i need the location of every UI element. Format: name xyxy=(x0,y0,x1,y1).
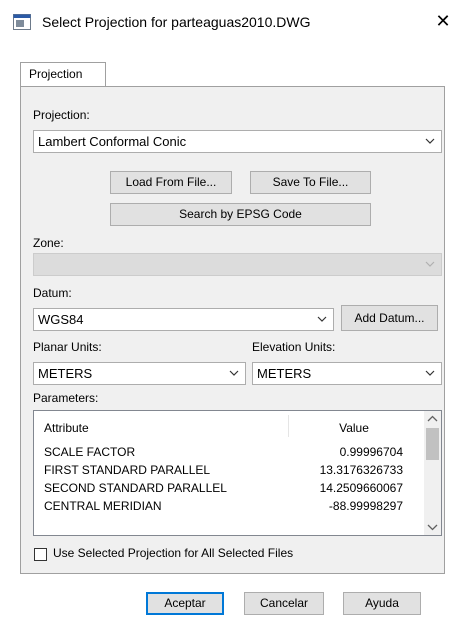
column-header-value[interactable]: Value xyxy=(289,421,419,435)
datum-label: Datum: xyxy=(33,286,72,300)
close-icon[interactable]: ✕ xyxy=(433,11,453,31)
cancel-button[interactable]: Cancelar xyxy=(244,592,324,615)
scroll-up-icon[interactable] xyxy=(424,411,441,428)
zone-label: Zone: xyxy=(33,236,64,250)
help-button[interactable]: Ayuda xyxy=(343,592,421,615)
apply-all-label[interactable]: Use Selected Projection for All Selected… xyxy=(53,546,293,560)
attribute-cell: SCALE FACTOR xyxy=(44,445,136,459)
parameters-label: Parameters: xyxy=(33,391,99,405)
zone-select[interactable] xyxy=(33,253,442,276)
accept-button[interactable]: Aceptar xyxy=(146,592,224,615)
list-header: Attribute Value xyxy=(34,411,423,441)
list-item[interactable]: CENTRAL MERIDIAN -88.99998297 xyxy=(34,497,423,515)
value-cell: 13.3176326733 xyxy=(319,463,403,477)
attribute-cell: CENTRAL MERIDIAN xyxy=(44,499,162,513)
chevron-down-icon xyxy=(317,309,327,330)
chevron-down-icon xyxy=(425,131,435,152)
elevation-units-label: Elevation Units: xyxy=(252,340,336,354)
parameters-list[interactable]: Attribute Value SCALE FACTOR 0.99996704 … xyxy=(33,410,442,536)
list-item[interactable]: SECOND STANDARD PARALLEL 14.2509660067 xyxy=(34,479,423,497)
column-header-attribute[interactable]: Attribute xyxy=(44,421,89,435)
load-from-file-button[interactable]: Load From File... xyxy=(110,171,232,194)
search-epsg-button[interactable]: Search by EPSG Code xyxy=(110,203,371,226)
scrollbar-thumb[interactable] xyxy=(426,428,439,460)
elevation-units-value: METERS xyxy=(257,366,312,381)
tab-projection[interactable]: Projection xyxy=(20,62,106,87)
datum-select-value: WGS84 xyxy=(38,312,84,327)
projection-panel: Projection: Lambert Conformal Conic Load… xyxy=(20,86,445,574)
value-cell: -88.99998297 xyxy=(328,499,403,513)
value-cell: 14.2509660067 xyxy=(319,481,403,495)
vertical-scrollbar[interactable] xyxy=(424,411,441,535)
save-to-file-button[interactable]: Save To File... xyxy=(250,171,371,194)
add-datum-button[interactable]: Add Datum... xyxy=(341,305,438,331)
projection-label: Projection: xyxy=(33,108,90,122)
attribute-cell: SECOND STANDARD PARALLEL xyxy=(44,481,227,495)
projection-select[interactable]: Lambert Conformal Conic xyxy=(33,130,442,153)
window-title: Select Projection for parteaguas2010.DWG xyxy=(42,14,311,30)
app-icon xyxy=(13,14,31,30)
list-item[interactable]: SCALE FACTOR 0.99996704 xyxy=(34,443,423,461)
planar-units-label: Planar Units: xyxy=(33,340,102,354)
scroll-down-icon[interactable] xyxy=(424,518,441,535)
value-cell: 0.99996704 xyxy=(339,445,403,459)
chevron-down-icon xyxy=(425,363,435,384)
chevron-down-icon xyxy=(229,363,239,384)
planar-units-value: METERS xyxy=(38,366,93,381)
title-bar: Select Projection for parteaguas2010.DWG… xyxy=(0,0,459,46)
datum-select[interactable]: WGS84 xyxy=(33,308,334,331)
projection-select-value: Lambert Conformal Conic xyxy=(38,134,187,149)
attribute-cell: FIRST STANDARD PARALLEL xyxy=(44,463,211,477)
chevron-down-icon xyxy=(425,254,435,275)
elevation-units-select[interactable]: METERS xyxy=(252,362,442,385)
planar-units-select[interactable]: METERS xyxy=(33,362,246,385)
apply-all-checkbox[interactable] xyxy=(34,548,47,561)
list-item[interactable]: FIRST STANDARD PARALLEL 13.3176326733 xyxy=(34,461,423,479)
